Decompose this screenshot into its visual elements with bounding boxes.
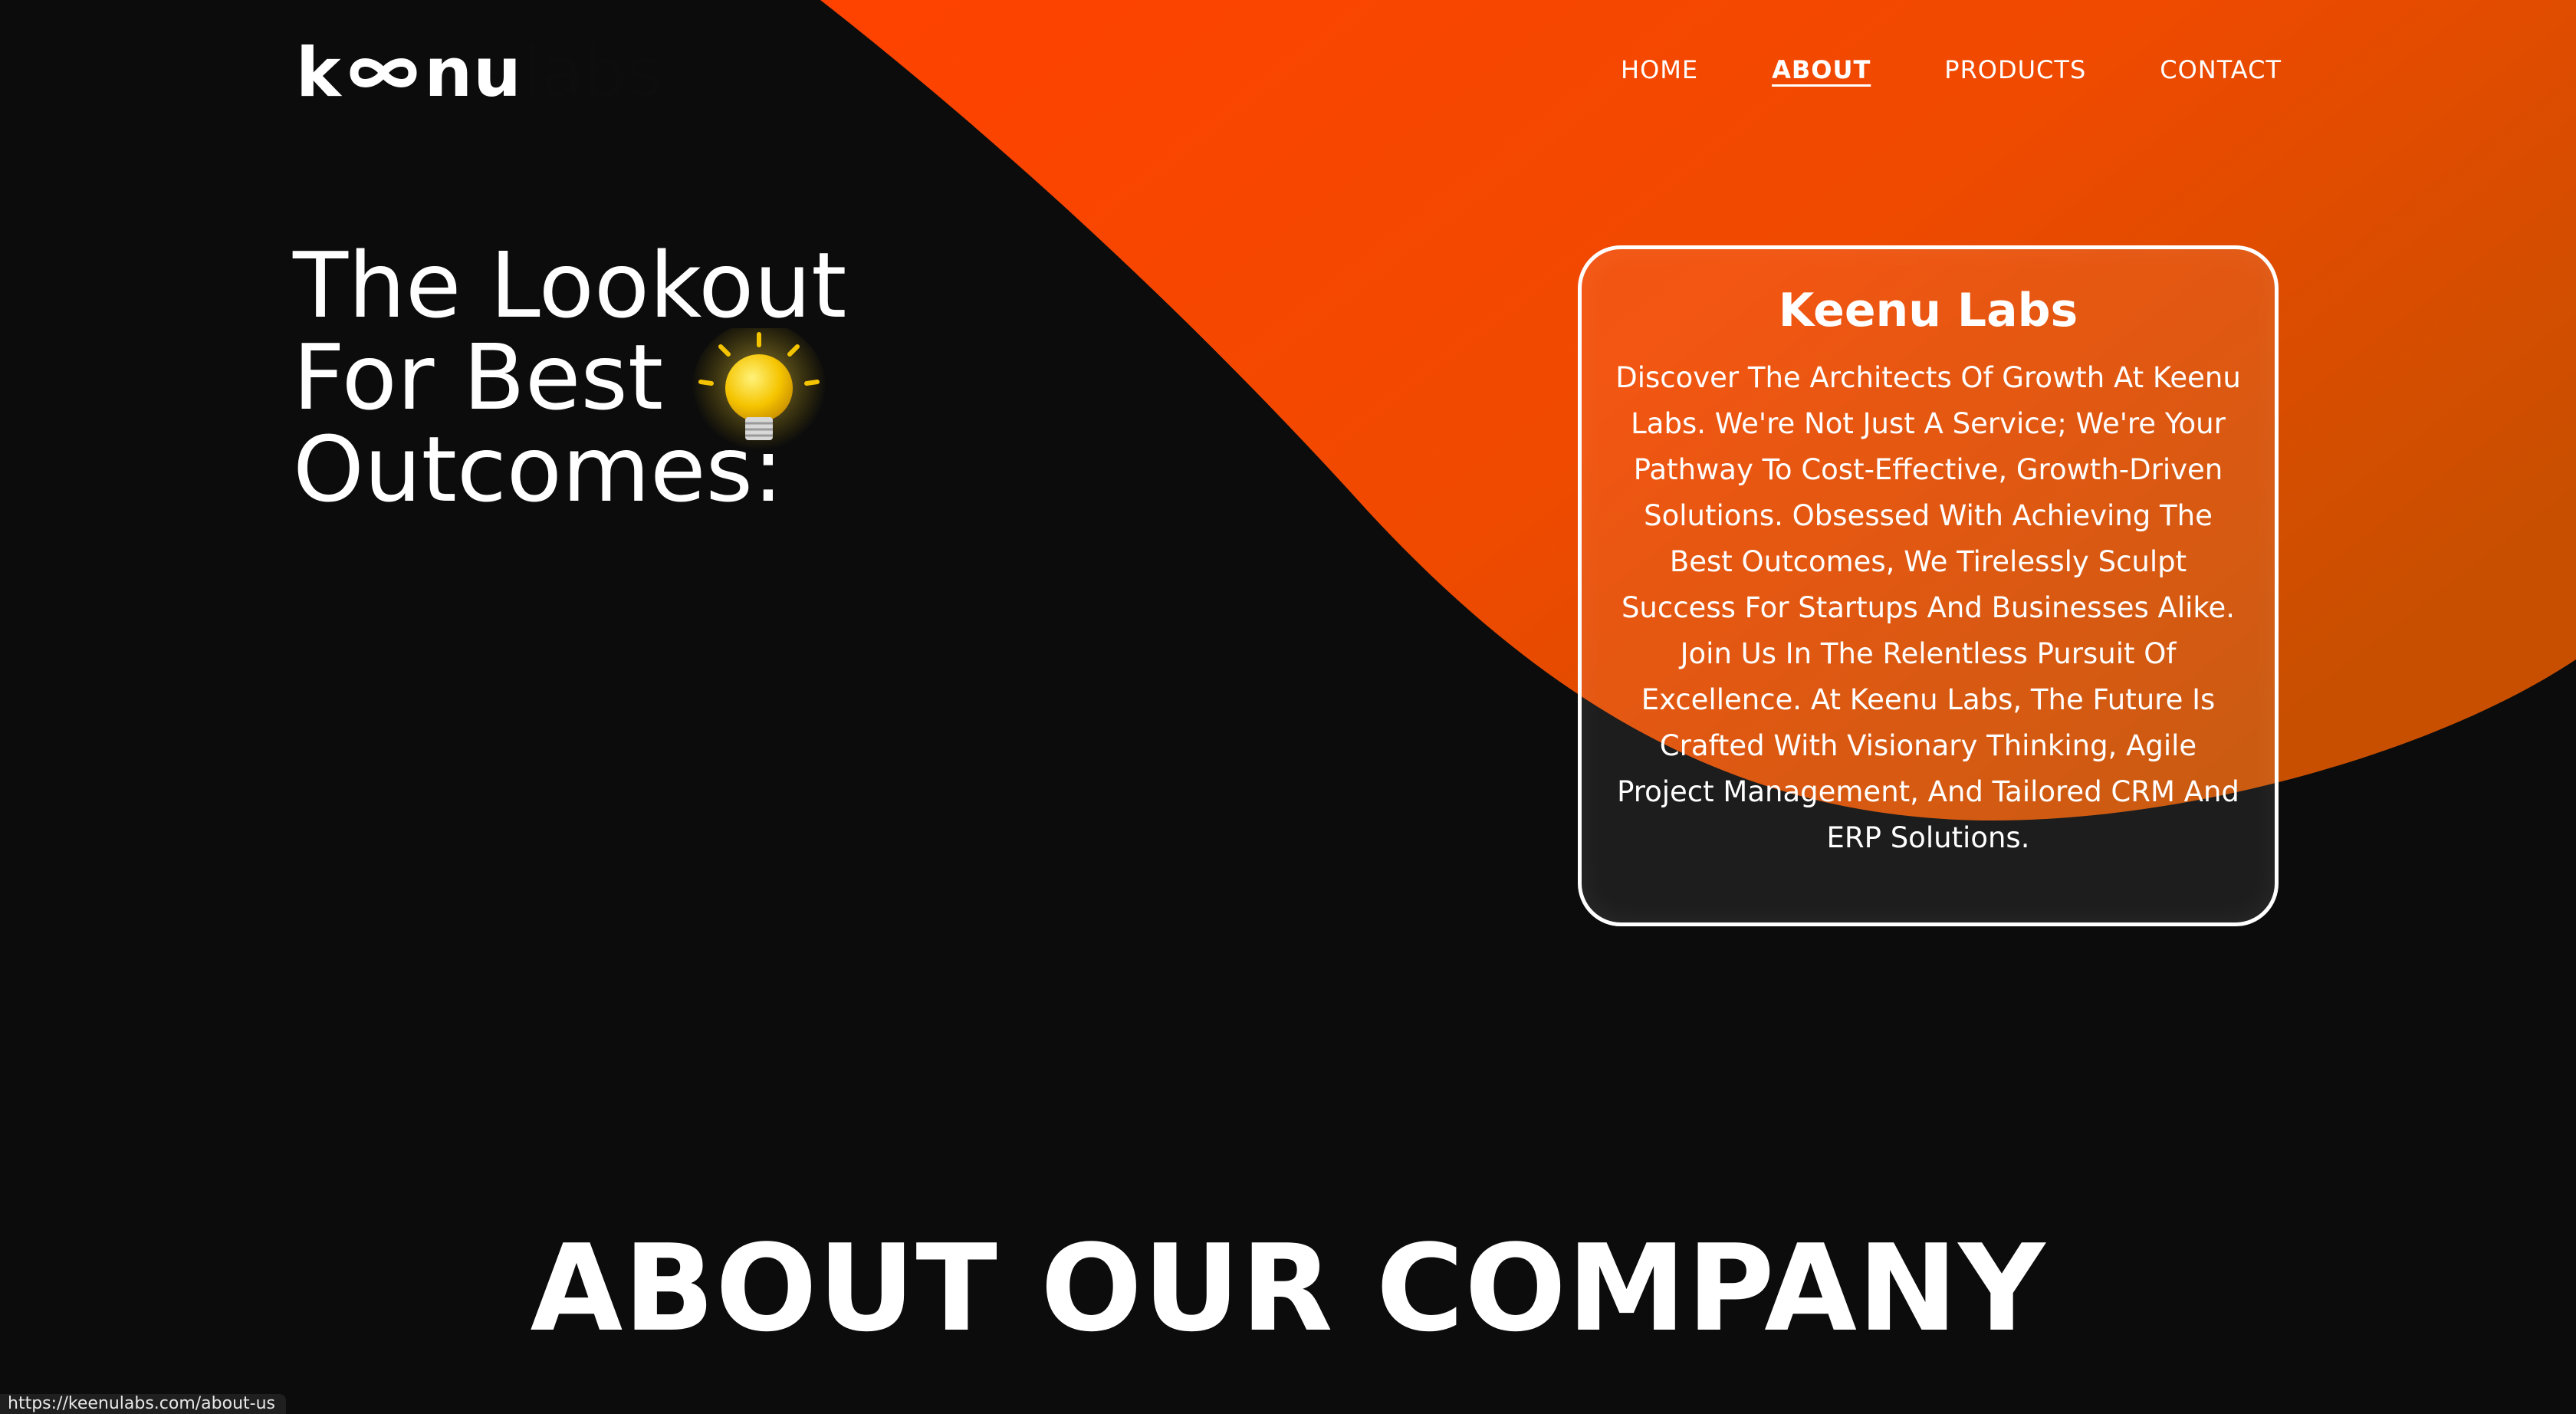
status-bar-url: https://keenulabs.com/about-us	[0, 1394, 287, 1414]
lightbulb-icon	[692, 328, 826, 457]
about-card: Keenu Labs Discover The Architects Of Gr…	[1578, 245, 2279, 926]
logo-text-k: k	[296, 33, 342, 112]
hero-headline-line: The Lookout	[293, 232, 847, 338]
card-title: Keenu Labs	[1778, 284, 2078, 337]
brand-logo[interactable]: k nu labs	[296, 33, 663, 112]
nav-home-link[interactable]: HOME	[1621, 55, 1698, 84]
nav-about-link[interactable]: ABOUT	[1772, 55, 1871, 84]
main-nav: HOME ABOUT PRODUCTS CONTACT	[1621, 55, 2282, 84]
nav-contact-link[interactable]: CONTACT	[2160, 55, 2282, 84]
card-body-text: Discover The Architects Of Growth At Kee…	[1615, 361, 2241, 854]
nav-products-link[interactable]: PRODUCTS	[1944, 55, 2086, 84]
logo-text-nu: nu	[424, 33, 522, 112]
infinity-icon	[350, 58, 417, 87]
section-heading: ABOUT OUR COMPANY	[530, 1218, 2046, 1358]
logo-text-labs: labs	[521, 33, 663, 112]
